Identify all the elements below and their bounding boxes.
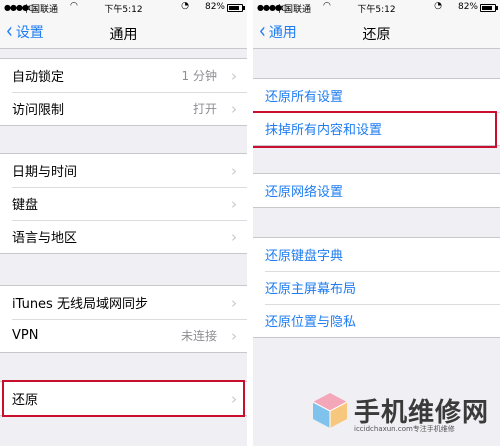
item-label: 还原主屏幕布局 (265, 282, 357, 297)
settings-group: 日期与时间 › 键盘 › 语言与地区 › (0, 153, 247, 254)
item-value: 1 分钟 (181, 69, 217, 83)
item-label: 还原键盘字典 (265, 249, 344, 264)
chevron-right-icon: › (231, 389, 237, 408)
battery-percent: 82% (457, 2, 478, 12)
reset-panel: ●●●●○ 中国联通 ◠ 下午5:12 ◔ 82% ‹ 通用 还原 还原所有设置… (253, 0, 500, 446)
chevron-right-icon: › (231, 227, 237, 246)
reset-group: 还原所有设置 抹掉所有内容和设置 (253, 78, 500, 146)
settings-group: 还原 › (0, 381, 247, 416)
item-label: 访问限制 (12, 103, 65, 118)
item-label: 还原网络设置 (265, 185, 344, 200)
list-item-itunes-wifi-sync[interactable]: iTunes 无线局域网同步 › (0, 286, 247, 319)
list-item-date-time[interactable]: 日期与时间 › (0, 154, 247, 187)
status-bar: ●●●●○ 中国联通 ◠ 下午5:12 ◔ 82% (0, 0, 247, 16)
erase-all-content-button[interactable]: 抹掉所有内容和设置 (253, 112, 500, 145)
item-label: 还原位置与隐私 (265, 315, 357, 330)
list-item-vpn[interactable]: VPN 未连接 › (0, 319, 247, 352)
chevron-right-icon: › (231, 326, 237, 345)
item-label: 自动锁定 (12, 70, 65, 85)
general-settings-panel: ●●●●○ 中国联通 ◠ 下午5:12 ◔ 82% ‹ 设置 通用 自动锁定 1… (0, 0, 247, 446)
page-title: 通用 (109, 27, 138, 43)
item-value: 打开 (192, 102, 217, 116)
item-label: 日期与时间 (12, 165, 78, 180)
status-bar: ●●●●○ 中国联通 ◠ 下午5:12 ◔ 82% (253, 0, 500, 16)
orientation-lock-icon: ◔ (434, 1, 442, 11)
reset-keyboard-dictionary-button[interactable]: 还原键盘字典 (253, 238, 500, 271)
watermark: 手机维修网 iccidchaxun.com专注手机维修 (308, 386, 498, 444)
list-item-restrictions[interactable]: 访问限制 打开 › (0, 92, 247, 125)
item-label: VPN (12, 328, 39, 343)
settings-group: iTunes 无线局域网同步 › VPN 未连接 › (0, 285, 247, 353)
reset-all-settings-button[interactable]: 还原所有设置 (253, 79, 500, 112)
chevron-right-icon: › (231, 99, 237, 118)
page-title: 还原 (362, 27, 391, 43)
chevron-right-icon: › (231, 293, 237, 312)
item-label: 抹掉所有内容和设置 (265, 123, 383, 138)
chevron-right-icon: › (231, 194, 237, 213)
list-item-auto-lock[interactable]: 自动锁定 1 分钟 › (0, 59, 247, 92)
cube-logo-icon (312, 393, 348, 428)
item-label: 语言与地区 (12, 231, 78, 246)
nav-bar: ‹ 通用 还原 (253, 16, 500, 49)
item-label: 还原 (12, 393, 39, 408)
orientation-lock-icon: ◔ (181, 1, 189, 11)
watermark-subtitle: iccidchaxun.com专注手机维修 (354, 425, 455, 433)
chevron-right-icon: › (231, 161, 237, 180)
reset-group: 还原键盘字典 还原主屏幕布局 还原位置与隐私 (253, 237, 500, 338)
item-label: 还原所有设置 (265, 90, 344, 105)
settings-group: 自动锁定 1 分钟 › 访问限制 打开 › (0, 58, 247, 126)
list-item-keyboard[interactable]: 键盘 › (0, 187, 247, 220)
chevron-right-icon: › (231, 66, 237, 85)
reset-location-privacy-button[interactable]: 还原位置与隐私 (253, 304, 500, 337)
reset-group: 还原网络设置 (253, 173, 500, 208)
reset-home-screen-layout-button[interactable]: 还原主屏幕布局 (253, 271, 500, 304)
battery-percent: 82% (204, 2, 225, 12)
item-label: 键盘 (12, 198, 39, 213)
item-value: 未连接 (180, 329, 217, 343)
item-label: iTunes 无线局域网同步 (12, 297, 148, 312)
list-item-reset[interactable]: 还原 › (0, 382, 247, 415)
battery-icon (227, 4, 245, 12)
reset-network-settings-button[interactable]: 还原网络设置 (253, 174, 500, 207)
nav-bar: ‹ 设置 通用 (0, 16, 247, 49)
battery-icon (480, 4, 498, 12)
list-item-language-region[interactable]: 语言与地区 › (0, 220, 247, 253)
